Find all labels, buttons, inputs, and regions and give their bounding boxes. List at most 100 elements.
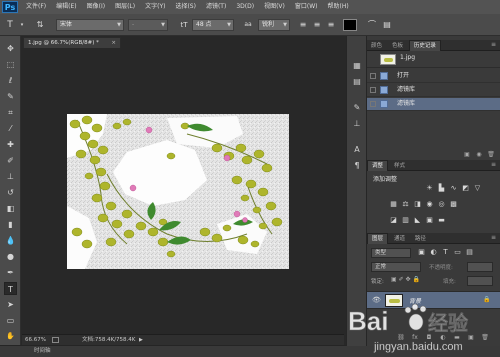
brush-panel-icon[interactable]: ✎ bbox=[351, 102, 363, 114]
gradient-tool-icon[interactable]: ▮ bbox=[4, 218, 17, 231]
new-document-from-state-icon[interactable]: ▣ bbox=[463, 151, 471, 159]
type-tool-icon[interactable]: T bbox=[4, 19, 16, 31]
layer-mask-icon[interactable]: ◘ bbox=[425, 334, 433, 342]
clone-stamp-tool-icon[interactable]: ⊥ bbox=[4, 170, 17, 183]
toggle-orientation-icon[interactable]: ⇅ bbox=[34, 19, 46, 31]
status-menu-arrow-icon[interactable]: ▶ bbox=[139, 335, 143, 345]
panel-menu-icon[interactable]: ≡ bbox=[491, 41, 496, 48]
layer-row-background[interactable]: 👁 背景 🔒 bbox=[367, 291, 500, 309]
quick-select-tool-icon[interactable]: ✎ bbox=[4, 90, 17, 103]
history-checkbox[interactable] bbox=[370, 101, 376, 107]
tool-preset-chevron-icon[interactable]: ▾ bbox=[16, 19, 28, 31]
eraser-tool-icon[interactable]: ◧ bbox=[4, 202, 17, 215]
font-size-select[interactable]: 48 点 ▼ bbox=[192, 19, 234, 31]
levels-icon[interactable]: ▙ bbox=[437, 184, 446, 193]
history-checkbox[interactable] bbox=[370, 87, 376, 93]
lock-icons[interactable]: ▣ ✐ ✥ 🔒 bbox=[391, 276, 420, 283]
menu-view[interactable]: 视图(V) bbox=[259, 0, 290, 14]
color-balance-icon[interactable]: ⚖ bbox=[401, 200, 410, 209]
character-panel-icon[interactable]: A bbox=[351, 144, 363, 156]
crop-tool-icon[interactable]: ⌗ bbox=[4, 106, 17, 119]
document-tab[interactable]: 1.jpg @ 66.7%(RGB/8#) * × bbox=[23, 37, 121, 48]
trash-icon[interactable]: 🗑 bbox=[481, 334, 489, 342]
filter-shape-icon[interactable]: ▭ bbox=[453, 248, 462, 257]
tab-channels[interactable]: 通道 bbox=[390, 234, 409, 244]
trash-icon[interactable]: 🗑 bbox=[487, 151, 495, 159]
shape-tool-icon[interactable]: ▭ bbox=[4, 314, 17, 327]
black-white-icon[interactable]: ◨ bbox=[413, 200, 422, 209]
tab-adjustments[interactable]: 调整 bbox=[367, 160, 389, 171]
dodge-tool-icon[interactable]: ● bbox=[4, 250, 17, 263]
font-style-select[interactable]: - ▼ bbox=[128, 19, 168, 31]
hue-saturation-icon[interactable]: ▦ bbox=[389, 200, 398, 209]
tab-swatches[interactable]: 色板 bbox=[388, 41, 407, 51]
group-folder-icon[interactable]: ▬ bbox=[453, 334, 461, 342]
posterize-icon[interactable]: ▥ bbox=[401, 216, 410, 225]
hand-tool-icon[interactable]: ✋ bbox=[4, 330, 17, 343]
tab-styles[interactable]: 样式 bbox=[390, 161, 409, 171]
clone-source-panel-icon[interactable]: ⊥ bbox=[351, 118, 363, 130]
curves-icon[interactable]: ∿ bbox=[449, 184, 458, 193]
align-center-icon[interactable]: ≡ bbox=[311, 19, 323, 31]
filter-smart-object-icon[interactable]: ▤ bbox=[465, 248, 474, 257]
threshold-icon[interactable]: ◣ bbox=[413, 216, 422, 225]
antialias-select[interactable]: 锐利 ▼ bbox=[258, 19, 290, 31]
new-layer-icon[interactable]: ▣ bbox=[467, 334, 475, 342]
history-panel-icon[interactable]: ▦ bbox=[351, 60, 363, 72]
history-snapshot-row[interactable]: 1.jpg bbox=[367, 52, 500, 68]
panel-menu-icon[interactable]: ≡ bbox=[491, 234, 496, 241]
menu-image[interactable]: 图像(I) bbox=[82, 0, 110, 14]
filter-type-icon[interactable]: T bbox=[441, 248, 450, 257]
gradient-map-icon[interactable]: ▬ bbox=[437, 216, 446, 225]
history-step[interactable]: 滤镜库 bbox=[367, 84, 500, 97]
zoom-level[interactable]: 66.67% bbox=[25, 335, 46, 345]
font-family-select[interactable]: 宋体 ▼ bbox=[56, 19, 124, 31]
lasso-tool-icon[interactable]: ℓ bbox=[4, 74, 17, 87]
history-step[interactable]: 打开 bbox=[367, 70, 500, 83]
menu-file[interactable]: 文件(F) bbox=[21, 0, 51, 14]
link-layers-icon[interactable]: ⛓ bbox=[397, 334, 405, 342]
menu-3d[interactable]: 3D(D) bbox=[231, 0, 259, 14]
adjustment-layer-icon[interactable]: ◐ bbox=[439, 334, 447, 342]
blend-mode-select[interactable]: 正常 bbox=[371, 262, 421, 272]
properties-panel-icon[interactable]: ▤ bbox=[351, 76, 363, 88]
eyedropper-tool-icon[interactable]: ⁄ bbox=[4, 122, 17, 135]
tab-color[interactable]: 颜色 bbox=[367, 41, 386, 51]
close-icon[interactable]: × bbox=[111, 38, 116, 48]
menu-window[interactable]: 窗口(W) bbox=[290, 0, 323, 14]
color-lookup-icon[interactable]: ▩ bbox=[449, 200, 458, 209]
selective-color-icon[interactable]: ▣ bbox=[425, 216, 434, 225]
blur-tool-icon[interactable]: 💧 bbox=[4, 234, 17, 247]
opacity-input[interactable] bbox=[467, 262, 493, 272]
brightness-icon[interactable]: ☀ bbox=[425, 184, 434, 193]
move-tool-icon[interactable]: ✥ bbox=[4, 42, 17, 55]
layer-style-icon[interactable]: fx bbox=[411, 334, 419, 342]
marquee-tool-icon[interactable]: ⬚ bbox=[4, 58, 17, 71]
tab-history[interactable]: 历史记录 bbox=[408, 40, 441, 51]
invert-icon[interactable]: ◪ bbox=[389, 216, 398, 225]
healing-brush-tool-icon[interactable]: ✚ bbox=[4, 138, 17, 151]
layer-filter-select[interactable]: 类型 bbox=[371, 248, 411, 258]
history-brush-tool-icon[interactable]: ↺ bbox=[4, 186, 17, 199]
channel-mixer-icon[interactable]: ◎ bbox=[437, 200, 446, 209]
history-step-selected[interactable]: 滤镜库 bbox=[367, 98, 500, 111]
menu-select[interactable]: 选择(S) bbox=[170, 0, 201, 14]
panel-menu-icon[interactable]: ≡ bbox=[491, 161, 496, 168]
menu-type[interactable]: 文字(Y) bbox=[140, 0, 170, 14]
type-tool-icon[interactable]: T bbox=[4, 282, 17, 295]
menu-layer[interactable]: 图层(L) bbox=[110, 0, 140, 14]
camera-icon[interactable]: ◉ bbox=[475, 151, 483, 159]
menu-help[interactable]: 帮助(H) bbox=[323, 0, 354, 14]
paragraph-panel-icon[interactable]: ¶ bbox=[351, 160, 363, 172]
tab-paths[interactable]: 路径 bbox=[411, 234, 430, 244]
menu-filter[interactable]: 滤镜(T) bbox=[201, 0, 231, 14]
character-panel-icon[interactable]: ▤ bbox=[381, 19, 393, 31]
text-color-swatch[interactable] bbox=[343, 19, 357, 31]
fill-input[interactable] bbox=[467, 276, 493, 286]
tab-layers[interactable]: 图层 bbox=[367, 233, 389, 244]
history-checkbox[interactable] bbox=[370, 73, 376, 79]
pen-tool-icon[interactable]: ✒ bbox=[4, 266, 17, 279]
filter-adjustment-icon[interactable]: ◐ bbox=[429, 248, 438, 257]
timeline-panel-tab[interactable]: 时间轴 bbox=[0, 345, 500, 357]
brush-tool-icon[interactable]: ✐ bbox=[4, 154, 17, 167]
